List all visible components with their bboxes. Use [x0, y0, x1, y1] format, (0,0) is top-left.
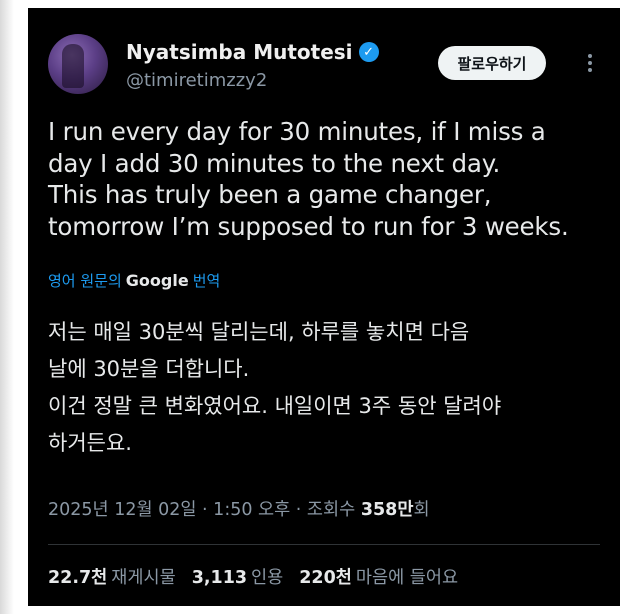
tweet-text: I run every day for 30 minutes, if I mis… — [48, 117, 569, 241]
tweet-meta: 2025년 12월 02일 · 1:50 오후 · 조회수 358만회 — [48, 496, 430, 521]
stat-label: 마음에 들어요 — [355, 568, 459, 588]
author-name-row: Nyatsimba Mutotesi ✓ — [126, 40, 379, 64]
view-count-suffix: 회 — [413, 500, 430, 520]
translation-suffix: 번역 — [192, 272, 221, 290]
avatar-figure — [62, 44, 84, 88]
page-edge-shadow — [0, 0, 14, 614]
translated-text: 저는 매일 30분씩 달리는데, 하루를 놓치면 다음 날에 30분을 더합니다… — [48, 320, 502, 455]
translation-attribution[interactable]: 영어 원문의 Google 번역 — [48, 270, 220, 291]
author-handle[interactable]: @timiretimzzy2 — [126, 70, 267, 91]
engagement-stats: 22.7천 재게시물 3,113 인용 220천 마음에 들어요 — [48, 564, 458, 589]
stat-value: 22.7천 — [48, 568, 108, 588]
stat-label: 재게시물 — [111, 568, 176, 588]
stat-value: 220천 — [299, 568, 352, 588]
verified-badge-icon: ✓ — [358, 42, 379, 62]
follow-button[interactable]: 팔로우하기 — [438, 46, 546, 80]
stat-label: 인용 — [251, 568, 284, 588]
stat-value: 3,113 — [191, 568, 248, 588]
stat-quotes[interactable]: 3,113 인용 — [192, 564, 284, 589]
more-options-icon[interactable] — [580, 46, 600, 80]
timestamp[interactable]: 2025년 12월 02일 · 1:50 오후 · 조회수 — [48, 500, 361, 520]
translation-prefix: 영어 원문의 — [48, 272, 122, 290]
tweet-card: Nyatsimba Mutotesi ✓ @timiretimzzy2 팔로우하… — [28, 8, 620, 606]
stat-likes[interactable]: 220천 마음에 들어요 — [299, 564, 458, 589]
stat-reposts[interactable]: 22.7천 재게시물 — [48, 564, 176, 589]
google-logo-text: Google — [125, 271, 189, 290]
avatar[interactable] — [48, 34, 108, 94]
divider — [48, 544, 600, 545]
view-count: 358만 — [360, 500, 414, 520]
author-name[interactable]: Nyatsimba Mutotesi — [126, 40, 353, 64]
